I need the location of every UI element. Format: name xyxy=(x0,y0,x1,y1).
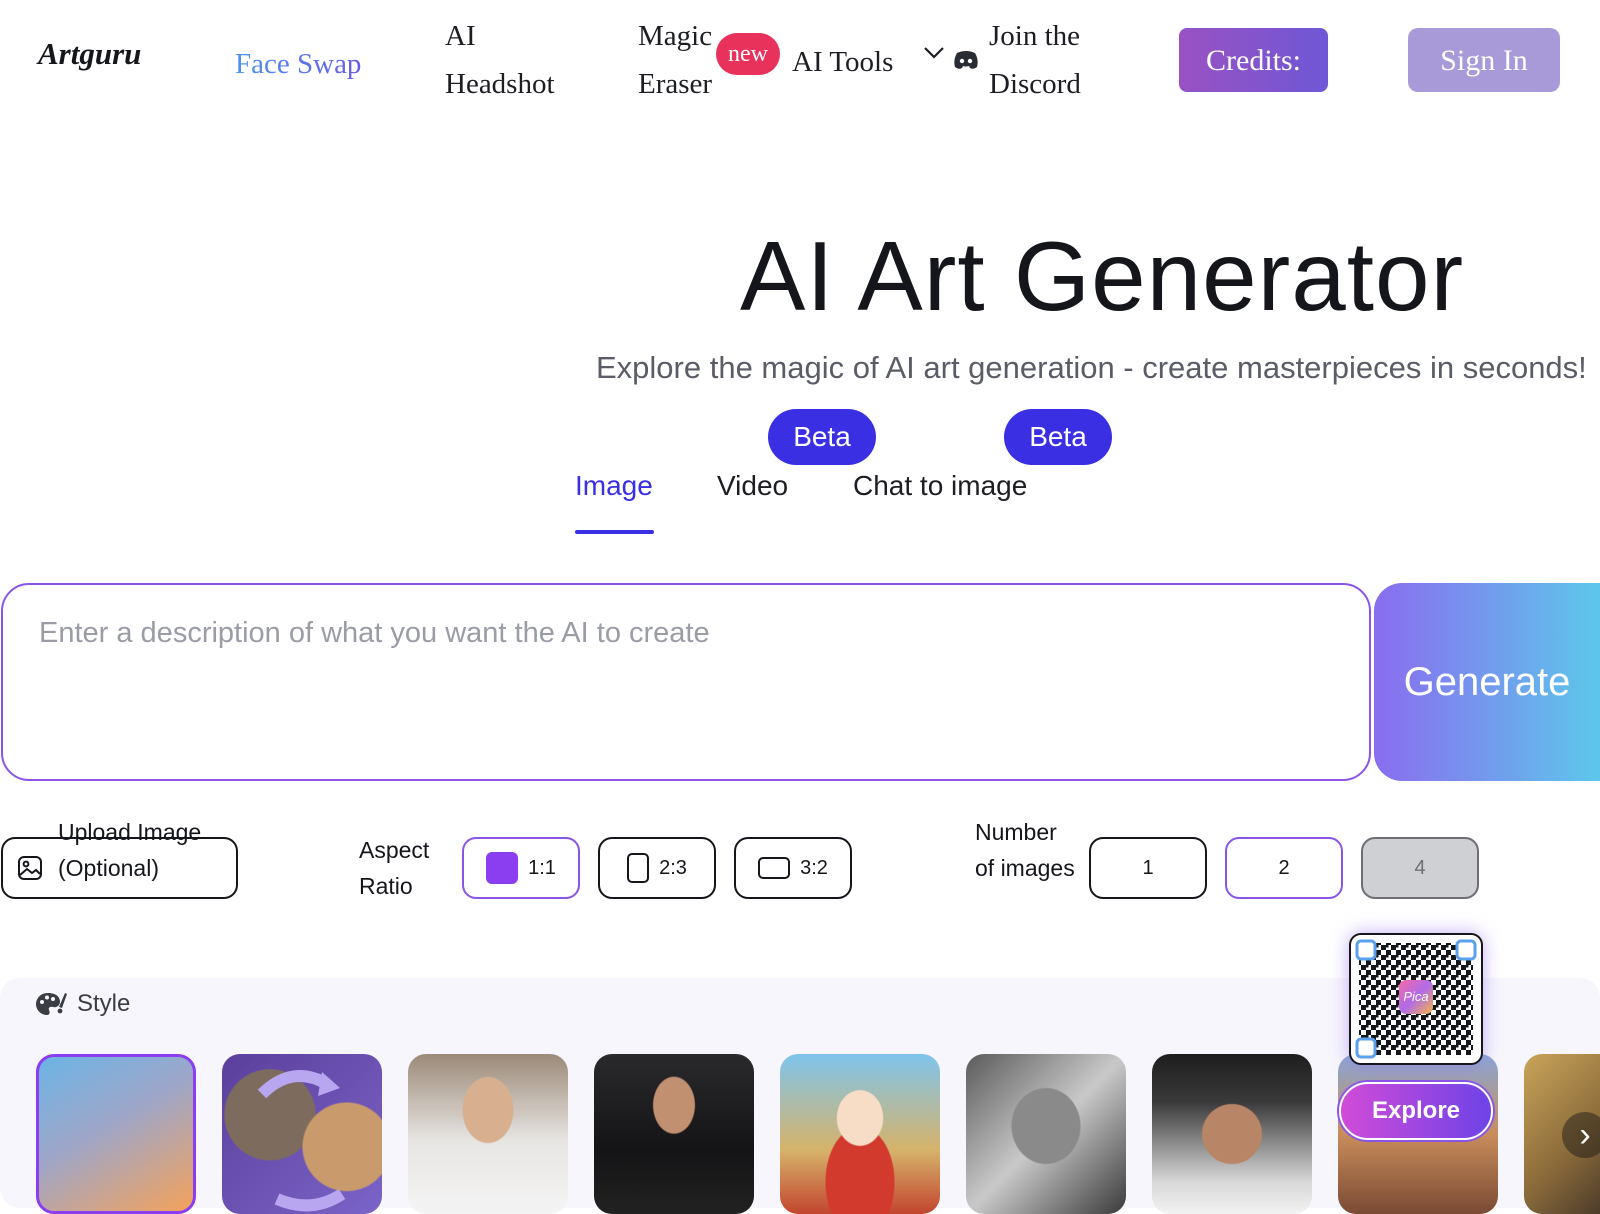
aspect-3-2-label: 3:2 xyxy=(800,856,828,879)
prompt-box xyxy=(1,583,1371,781)
style-thumbnail-none[interactable] xyxy=(36,1054,196,1214)
aspect-ratio-label: Aspect Ratio xyxy=(359,837,430,899)
nav-magic-eraser-line2: Eraser xyxy=(638,68,713,100)
nav-magic-eraser-line1: Magic xyxy=(638,20,713,52)
upload-image-label: Upload Image (Optional) xyxy=(58,819,202,881)
tab-chat-to-image[interactable]: Chat to image xyxy=(853,470,1027,502)
palette-icon xyxy=(35,991,69,1022)
chat-beta-badge: Beta xyxy=(1004,409,1112,465)
discord-icon[interactable] xyxy=(953,50,979,75)
explore-button[interactable]: Explore xyxy=(1339,1082,1493,1140)
image-icon xyxy=(17,855,43,886)
nav-ai-headshot-line1: AI xyxy=(445,20,476,52)
nav-join-discord-line2: Discord xyxy=(989,68,1081,100)
tab-video[interactable]: Video xyxy=(717,470,788,502)
nav-ai-tools[interactable]: AI Tools xyxy=(792,38,893,86)
chevron-right-icon[interactable]: › xyxy=(1562,1112,1600,1158)
aspect-2-3-label: 2:3 xyxy=(659,856,687,879)
aspect-2-3-option[interactable]: 2:3 xyxy=(598,837,716,899)
nav-join-discord[interactable]: Join the Discord xyxy=(989,12,1081,108)
nav-ai-headshot-line2: Headshot xyxy=(445,68,555,100)
style-label: Style xyxy=(77,990,131,1017)
tab-image[interactable]: Image xyxy=(575,470,653,502)
landscape-ratio-icon xyxy=(758,857,791,879)
count-4-label: 4 xyxy=(1414,856,1426,879)
credits-button[interactable]: Credits: xyxy=(1179,28,1328,92)
nav-face-swap[interactable]: Face Swap xyxy=(235,40,361,88)
count-4-option: 4 xyxy=(1361,837,1479,899)
number-of-images-label: Number of images xyxy=(975,819,1075,881)
count-2-option[interactable]: 2 xyxy=(1225,837,1343,899)
tab-active-indicator xyxy=(575,530,654,534)
style-thumbnail-anime[interactable] xyxy=(780,1054,940,1214)
style-thumbnail-portrait-man[interactable] xyxy=(1152,1054,1312,1214)
swap-arrows-icon xyxy=(257,1070,346,1212)
count-1-option[interactable]: 1 xyxy=(1089,837,1207,899)
video-beta-badge: Beta xyxy=(768,409,876,465)
pica-logo: Pica xyxy=(1399,980,1433,1014)
sign-in-button[interactable]: Sign In xyxy=(1408,28,1560,92)
aspect-1-1-label: 1:1 xyxy=(528,856,556,879)
prompt-input[interactable] xyxy=(37,615,1331,759)
square-ratio-icon xyxy=(486,852,519,884)
style-thumbnail-suit[interactable] xyxy=(594,1054,754,1214)
style-thumbnail-portrait-woman[interactable] xyxy=(408,1054,568,1214)
artguru-logo[interactable]: Artguru xyxy=(38,36,141,72)
count-2-label: 2 xyxy=(1278,856,1290,879)
style-thumbnail-face-swap[interactable] xyxy=(222,1054,382,1214)
style-thumbnail-wolf-tattoo[interactable] xyxy=(966,1054,1126,1214)
count-1-label: 1 xyxy=(1142,856,1154,879)
nav-magic-eraser[interactable]: Magic Eraser xyxy=(638,12,712,108)
page-title: AI Art Generator xyxy=(740,221,1465,331)
portrait-ratio-icon xyxy=(627,853,650,883)
nav-join-discord-line1: Join the xyxy=(989,20,1081,52)
chevron-down-icon[interactable] xyxy=(923,46,945,65)
aspect-3-2-option[interactable]: 3:2 xyxy=(734,837,852,899)
new-badge: new xyxy=(716,33,780,75)
generate-button[interactable]: Generate xyxy=(1374,583,1600,781)
aspect-1-1-option[interactable]: 1:1 xyxy=(462,837,580,899)
page-subtitle: Explore the magic of AI art generation -… xyxy=(596,350,1587,385)
nav-ai-headshot[interactable]: AI Headshot xyxy=(445,12,555,108)
